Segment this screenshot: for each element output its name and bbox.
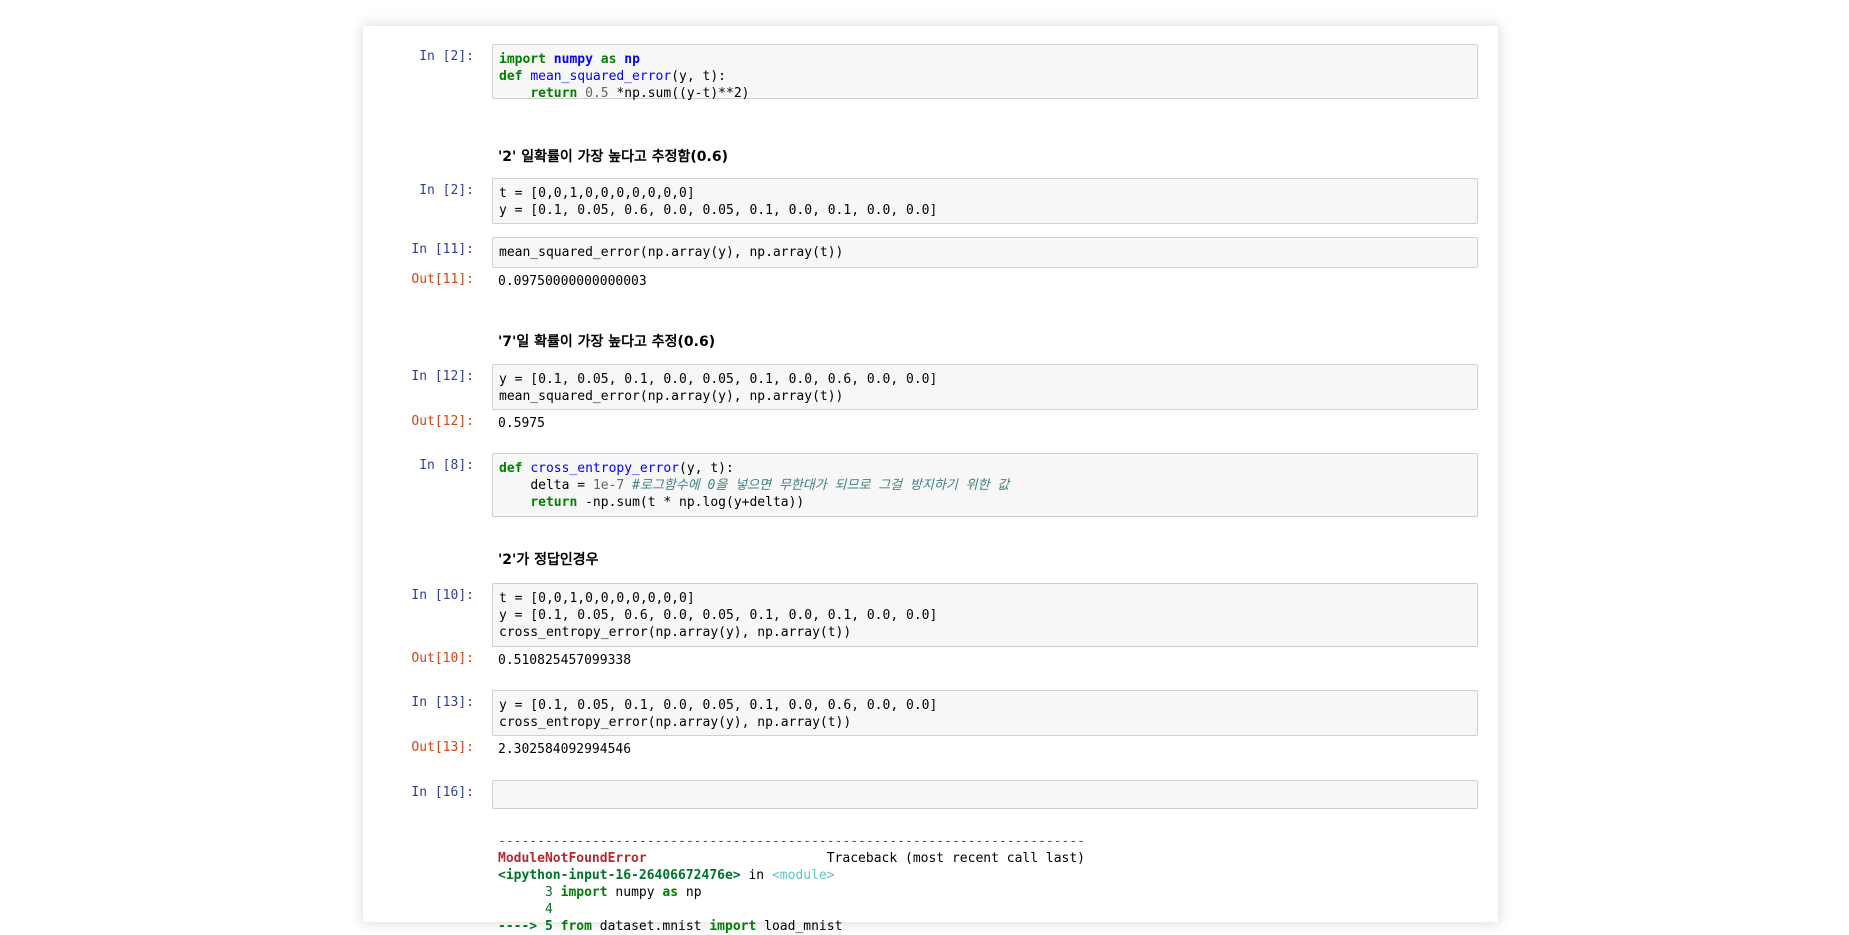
code-token: dataset.mnist <box>591 919 710 934</box>
code-token: import <box>709 919 757 934</box>
code-token: np <box>678 885 702 900</box>
code-editor[interactable]: import numpy as np def mean_squared_erro… <box>492 44 1478 101</box>
input-prompt: In [12]: <box>411 369 474 384</box>
traceback-line-number: 3 <box>498 885 561 900</box>
code-token: 0.5 <box>585 86 609 101</box>
input-prompt: In [11]: <box>411 242 474 257</box>
code-line: y = [0.1, 0.05, 0.6, 0.0, 0.05, 0.1, 0.0… <box>499 608 938 623</box>
code-line: y = [0.1, 0.05, 0.1, 0.0, 0.05, 0.1, 0.0… <box>499 372 938 387</box>
code-editor[interactable]: y = [0.1, 0.05, 0.1, 0.0, 0.05, 0.1, 0.0… <box>492 690 1478 736</box>
code-line: cross_entropy_error(np.array(y), np.arra… <box>499 715 852 730</box>
markdown-heading: '2'가 정답인경우 <box>498 552 599 568</box>
cell-output: 0.09750000000000003 <box>498 274 647 289</box>
notebook-container: In [2]: import numpy as np def mean_squa… <box>363 26 1498 934</box>
code-token: cross_entropy_error <box>530 461 680 476</box>
code-editor[interactable]: t = [0,0,1,0,0,0,0,0,0,0] y = [0.1, 0.05… <box>492 583 1478 647</box>
traceback-input-ref: <ipython-input-16-26406672476e> <box>498 868 741 883</box>
code-token: return <box>530 495 578 510</box>
code-token: delta = <box>530 478 593 493</box>
code-editor[interactable]: def cross_entropy_error(y, t): delta = 1… <box>492 453 1478 517</box>
code-token: numpy <box>553 52 593 67</box>
error-traceback: ----------------------------------------… <box>498 816 1085 935</box>
code-token: as <box>600 52 617 67</box>
code-line: y = [0.1, 0.05, 0.6, 0.0, 0.05, 0.1, 0.0… <box>499 203 938 218</box>
code-editor[interactable] <box>492 780 1478 809</box>
code-token: mean_squared_error <box>530 69 672 84</box>
code-token: def <box>499 461 523 476</box>
code-token: as <box>662 885 679 900</box>
code-comment: #로그함수에 0을 넣으면 무한대가 되므로 그걸 방지하기 위한 값 <box>632 478 1010 493</box>
markdown-heading: '7'일 확률이 가장 높다고 추정(0.6) <box>498 334 716 350</box>
code-token: (y, t): <box>671 69 726 84</box>
output-prompt: Out[11]: <box>411 272 474 287</box>
code-token: -np.sum(t * np.log(y+delta)) <box>577 495 805 510</box>
code-token: 1e-7 <box>592 478 625 493</box>
traceback-text: in <box>740 868 772 883</box>
cell-output: 2.302584092994546 <box>498 742 632 757</box>
cell-output: 0.510825457099338 <box>498 653 632 668</box>
output-prompt: Out[13]: <box>411 740 474 755</box>
code-token: return <box>530 86 578 101</box>
code-token: from <box>560 919 592 934</box>
code-line: t = [0,0,1,0,0,0,0,0,0,0] <box>499 591 695 606</box>
markdown-heading: '2' 일확률이 가장 높다고 추정함(0.6) <box>498 149 728 165</box>
code-line: mean_squared_error(np.array(y), np.array… <box>499 389 844 404</box>
code-editor[interactable]: t = [0,0,1,0,0,0,0,0,0,0] y = [0.1, 0.05… <box>492 178 1478 224</box>
code-token: numpy <box>607 885 663 900</box>
cell-output: 0.5975 <box>498 416 545 431</box>
error-name: ModuleNotFoundError <box>498 851 647 866</box>
code-editor[interactable]: y = [0.1, 0.05, 0.1, 0.0, 0.05, 0.1, 0.0… <box>492 364 1478 410</box>
traceback-header: Traceback (most recent call last) <box>646 851 1086 866</box>
input-prompt: In [16]: <box>411 785 474 800</box>
code-token: import <box>560 885 608 900</box>
input-prompt: In [10]: <box>411 588 474 603</box>
traceback-arrow: ----> 5 <box>498 919 561 934</box>
traceback-line-number: 4 <box>498 902 553 917</box>
traceback-separator: ----------------------------------------… <box>498 834 1085 849</box>
code-token: import <box>499 52 546 67</box>
code-token: np <box>624 52 640 67</box>
code-line: y = [0.1, 0.05, 0.1, 0.0, 0.05, 0.1, 0.0… <box>499 698 938 713</box>
code-token: load_mnist <box>756 919 843 934</box>
code-editor[interactable]: mean_squared_error(np.array(y), np.array… <box>492 237 1478 268</box>
input-prompt: In [2]: <box>419 49 474 64</box>
code-token: (y, t): <box>679 461 734 476</box>
output-prompt: Out[10]: <box>411 651 474 666</box>
code-token: def <box>499 69 523 84</box>
code-line: cross_entropy_error(np.array(y), np.arra… <box>499 625 852 640</box>
input-prompt: In [8]: <box>419 458 474 473</box>
code-token: *np.sum((y-t)**2) <box>608 86 750 101</box>
code-line: t = [0,0,1,0,0,0,0,0,0,0] <box>499 186 695 201</box>
code-line: mean_squared_error(np.array(y), np.array… <box>499 245 844 260</box>
traceback-module-ref: <module> <box>771 868 835 883</box>
input-prompt: In [2]: <box>419 183 474 198</box>
input-prompt: In [13]: <box>411 695 474 710</box>
output-prompt: Out[12]: <box>411 414 474 429</box>
